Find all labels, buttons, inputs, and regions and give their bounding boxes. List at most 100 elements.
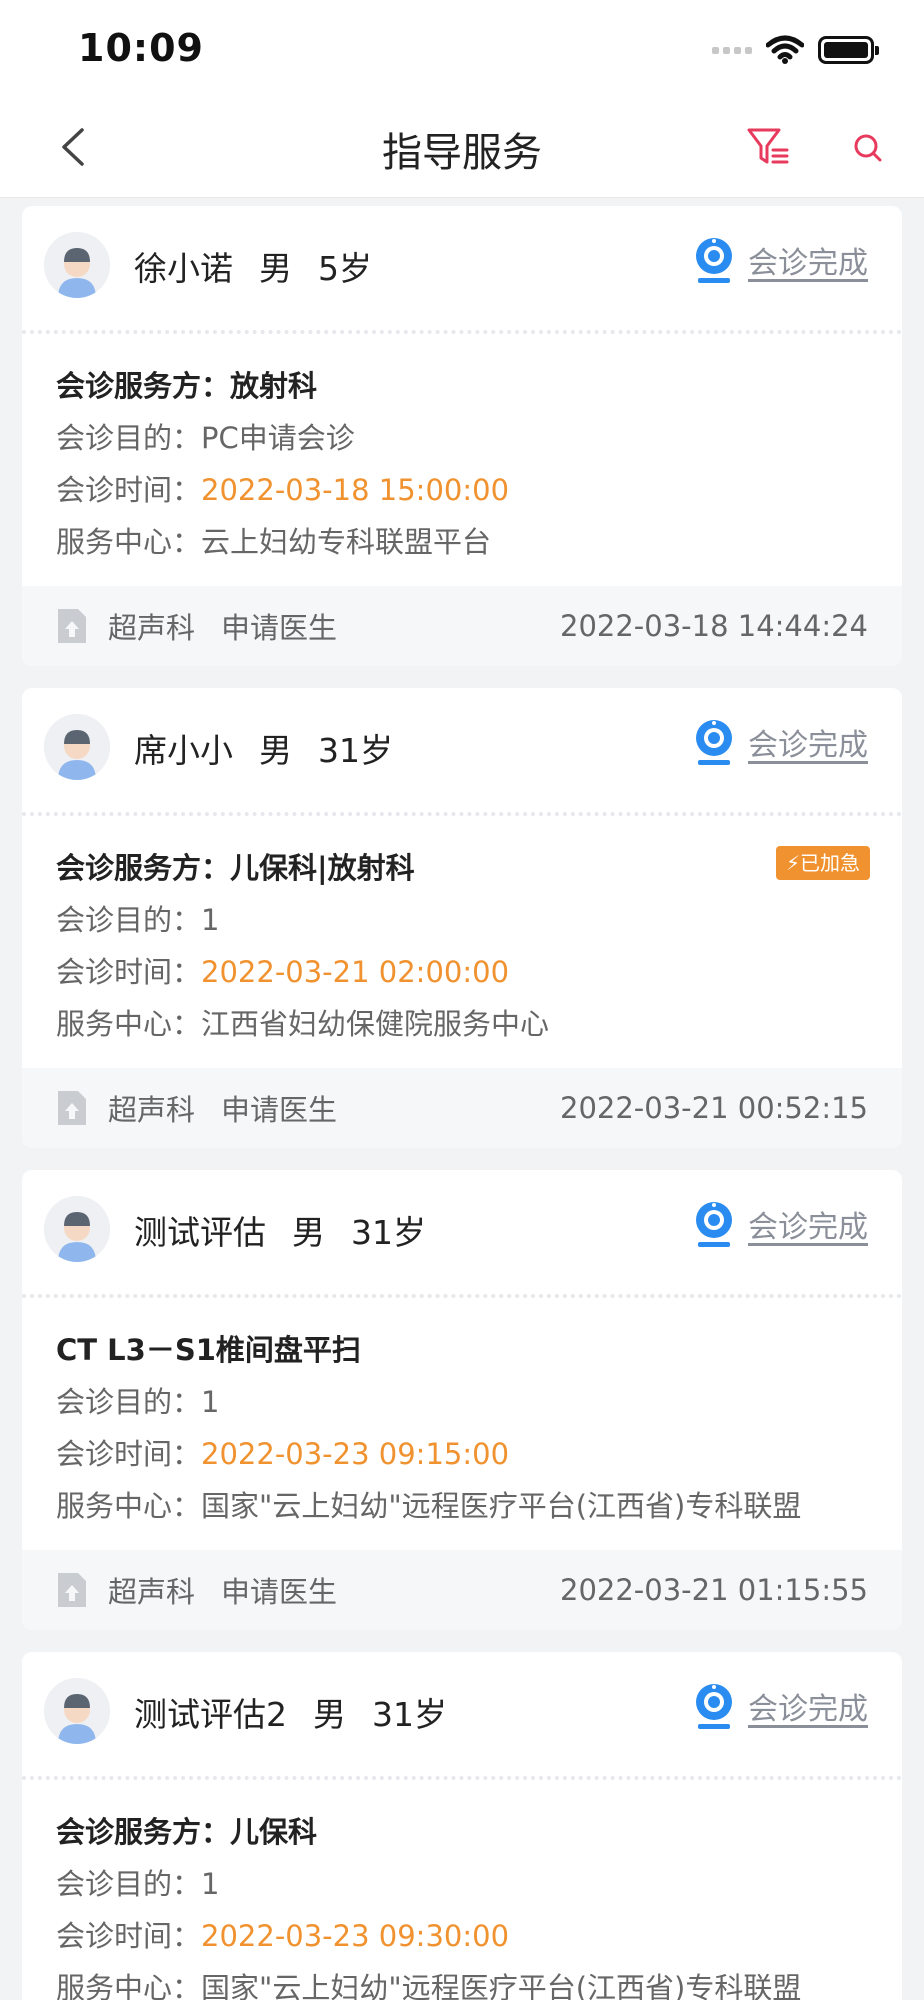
patient-age: 5岁: [318, 249, 372, 288]
purpose-value: 1: [201, 1867, 220, 1901]
patient-name: 席小小: [134, 731, 233, 770]
card-footer: 超声科 申请医生 2022-03-18 14:44:24: [22, 586, 902, 666]
status-label[interactable]: 会诊完成: [748, 238, 868, 282]
applicant-role: 申请医生: [221, 611, 338, 645]
card-body: 会诊服务方：放射科 会诊目的：PC申请会诊 会诊时间：2022-03-18 15…: [22, 334, 902, 586]
card-footer: 超声科 申请医生 2022-03-21 00:52:15: [22, 1068, 902, 1148]
center-value: 国家"云上妇幼"远程医疗平台(江西省)专科联盟: [201, 1489, 802, 1523]
center-label: 服务中心：: [56, 1971, 202, 2000]
center-line: 服务中心：国家"云上妇幼"远程医疗平台(江西省)专科联盟: [56, 1480, 868, 1532]
purpose-line: 会诊目的：PC申请会诊: [56, 412, 868, 464]
time-line: 会诊时间：2022-03-21 02:00:00: [56, 946, 868, 998]
time-value: 2022-03-23 09:30:00: [201, 1919, 510, 1953]
card-footer: 超声科 申请医生 2022-03-21 01:15:55: [22, 1550, 902, 1630]
center-label: 服务中心：: [56, 1007, 202, 1041]
time-line: 会诊时间：2022-03-23 09:30:00: [56, 1910, 868, 1962]
wifi-icon: [766, 35, 804, 64]
patient-info: 徐小诺男 5岁: [134, 242, 398, 290]
filter-icon[interactable]: [745, 124, 791, 170]
center-value: 江西省妇幼保健院服务中心: [201, 1007, 550, 1041]
cellular-signal-icon: [712, 46, 752, 54]
purpose-value: 1: [201, 1385, 220, 1419]
center-value: 云上妇幼专科联盟平台: [201, 525, 492, 559]
purpose-line: 会诊目的：1: [56, 1858, 868, 1910]
consultation-list: 徐小诺男 5岁 会诊完成 会诊服务方：放射科 会诊目的：PC申请会诊 会诊时间：2…: [22, 206, 902, 2000]
file-upload-icon: [58, 609, 86, 643]
battery-icon: [818, 36, 879, 64]
patient-age: 31岁: [351, 1213, 426, 1252]
patient-info: 测试评估2 男 31岁: [134, 1688, 473, 1736]
video-camera-icon: [696, 1684, 732, 1729]
service-provider: 会诊服务方：放射科: [56, 369, 318, 403]
status-link[interactable]: 会诊完成: [694, 236, 868, 284]
purpose-label: 会诊目的：: [56, 1867, 202, 1901]
urgent-badge: ⚡已加急: [775, 846, 870, 880]
purpose-line: 会诊目的：1: [56, 1376, 868, 1428]
card-header: 测试评估男 31岁 会诊完成: [22, 1170, 902, 1294]
applicant-role: 申请医生: [221, 1093, 338, 1127]
time-label: 会诊时间：: [56, 1437, 202, 1471]
time-value: 2022-03-18 15:00:00: [201, 473, 510, 507]
card-body: CT L3－S1椎间盘平扫 会诊目的：1 会诊时间：2022-03-23 09:…: [22, 1298, 902, 1550]
consultation-card[interactable]: 测试评估2 男 31岁 会诊完成 会诊服务方：儿保科 会诊目的：1 会诊时间：202…: [22, 1652, 902, 2000]
status-label[interactable]: 会诊完成: [748, 1202, 868, 1246]
center-line: 服务中心：云上妇幼专科联盟平台: [56, 516, 868, 568]
nav-bar: 指导服务: [0, 98, 924, 198]
patient-name: 测试评估2: [134, 1695, 287, 1734]
created-time: 2022-03-18 14:44:24: [560, 609, 868, 643]
patient-info: 测试评估男 31岁: [134, 1206, 452, 1254]
status-label[interactable]: 会诊完成: [748, 720, 868, 764]
video-camera-icon: [696, 238, 732, 283]
purpose-line: 会诊目的：1: [56, 894, 868, 946]
service-provider: 会诊服务方：儿保科|放射科: [56, 851, 415, 885]
purpose-value: PC申请会诊: [201, 421, 355, 455]
patient-gender: 男: [313, 1695, 346, 1734]
created-time: 2022-03-21 01:15:55: [560, 1573, 868, 1607]
department: 超声科: [108, 1093, 196, 1127]
center-line: 服务中心：国家"云上妇幼"远程医疗平台(江西省)专科联盟: [56, 1962, 868, 2000]
card-header: 席小小男 31岁 会诊完成: [22, 688, 902, 812]
status-link[interactable]: 会诊完成: [694, 1682, 868, 1730]
search-icon[interactable]: [852, 132, 884, 164]
time-label: 会诊时间：: [56, 1919, 202, 1953]
consultation-card[interactable]: 徐小诺男 5岁 会诊完成 会诊服务方：放射科 会诊目的：PC申请会诊 会诊时间：2…: [22, 206, 902, 666]
center-label: 服务中心：: [56, 525, 202, 559]
patient-gender: 男: [292, 1213, 325, 1252]
status-bar: 10:09: [0, 0, 924, 98]
card-body: ⚡已加急 会诊服务方：儿保科|放射科 会诊目的：1 会诊时间：2022-03-2…: [22, 816, 902, 1068]
time-value: 2022-03-21 02:00:00: [201, 955, 510, 989]
purpose-label: 会诊目的：: [56, 903, 202, 937]
department: 超声科: [108, 1575, 196, 1609]
time-value: 2022-03-23 09:15:00: [201, 1437, 510, 1471]
status-link[interactable]: 会诊完成: [694, 718, 868, 766]
service-provider: 会诊服务方：儿保科: [56, 1815, 318, 1849]
status-time: 10:09: [78, 26, 204, 70]
file-upload-icon: [58, 1573, 86, 1607]
purpose-label: 会诊目的：: [56, 1385, 202, 1419]
status-link[interactable]: 会诊完成: [694, 1200, 868, 1248]
video-camera-icon: [696, 720, 732, 765]
department: 超声科: [108, 611, 196, 645]
center-label: 服务中心：: [56, 1489, 202, 1523]
file-upload-icon: [58, 1091, 86, 1125]
status-label[interactable]: 会诊完成: [748, 1684, 868, 1728]
patient-age: 31岁: [318, 731, 393, 770]
time-line: 会诊时间：2022-03-18 15:00:00: [56, 464, 868, 516]
avatar: [44, 232, 110, 298]
consultation-card[interactable]: 测试评估男 31岁 会诊完成 CT L3－S1椎间盘平扫 会诊目的：1 会诊时间：…: [22, 1170, 902, 1630]
purpose-label: 会诊目的：: [56, 421, 202, 455]
service-provider: CT L3－S1椎间盘平扫: [56, 1333, 361, 1367]
card-header: 测试评估2 男 31岁 会诊完成: [22, 1652, 902, 1776]
time-label: 会诊时间：: [56, 473, 202, 507]
consultation-card[interactable]: 席小小男 31岁 会诊完成 ⚡已加急 会诊服务方：儿保科|放射科 会诊目的：1 会…: [22, 688, 902, 1148]
patient-name: 测试评估: [134, 1213, 266, 1252]
video-camera-icon: [696, 1202, 732, 1247]
status-icons: [712, 32, 879, 68]
center-line: 服务中心：江西省妇幼保健院服务中心: [56, 998, 868, 1050]
patient-info: 席小小男 31岁: [134, 724, 419, 772]
card-header: 徐小诺男 5岁 会诊完成: [22, 206, 902, 330]
purpose-value: 1: [201, 903, 220, 937]
patient-gender: 男: [259, 731, 292, 770]
time-line: 会诊时间：2022-03-23 09:15:00: [56, 1428, 868, 1480]
card-body: 会诊服务方：儿保科 会诊目的：1 会诊时间：2022-03-23 09:30:0…: [22, 1780, 902, 2000]
